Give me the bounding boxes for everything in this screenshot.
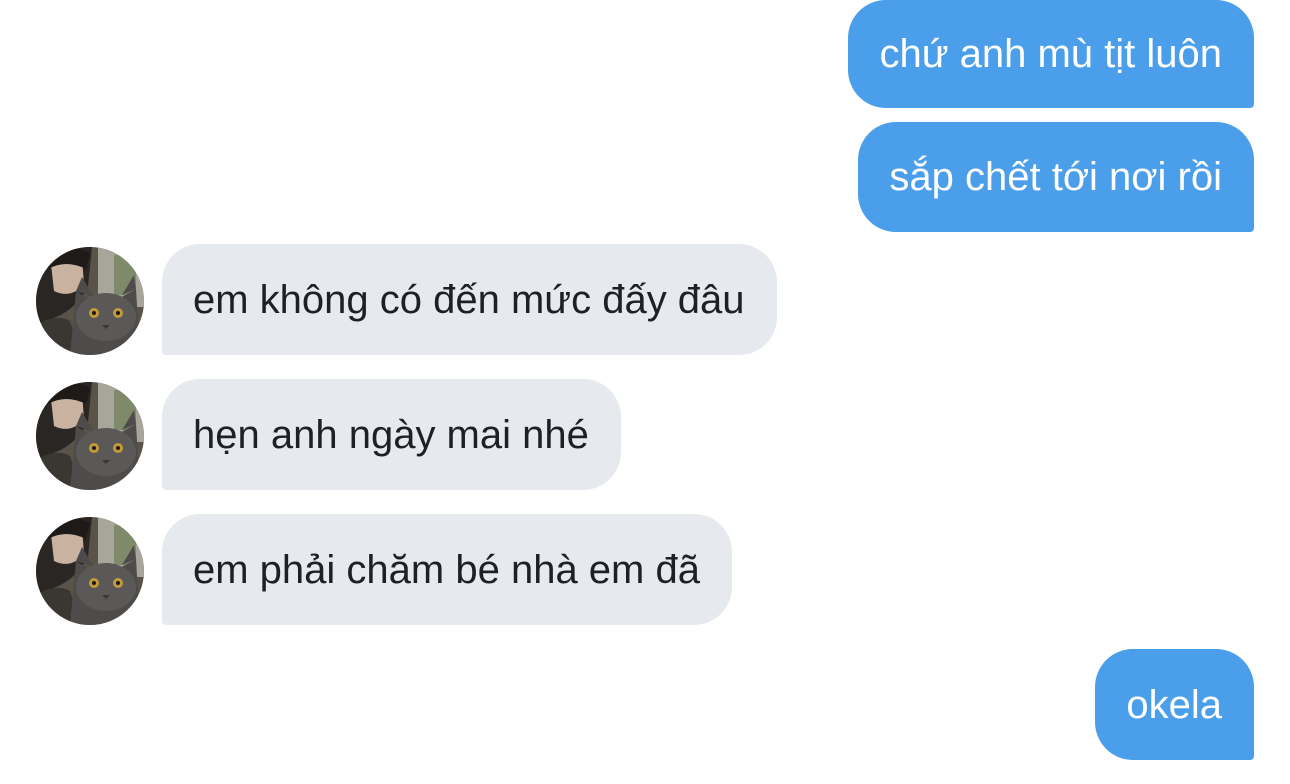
outgoing-message[interactable]: chứ anh mù tịt luôn	[848, 0, 1254, 108]
chat-thread: chứ anh mù tịt luôn sắp chết tới nơi rồi…	[0, 0, 1290, 784]
outgoing-message[interactable]: okela	[1095, 649, 1254, 760]
avatar-person-with-cat-icon	[36, 517, 144, 625]
incoming-message[interactable]: em không có đến mức đấy đâu	[162, 244, 777, 355]
message-text: em phải chăm bé nhà em đã	[193, 547, 700, 592]
incoming-message[interactable]: em phải chăm bé nhà em đã	[162, 514, 732, 625]
avatar-person-with-cat-icon	[36, 247, 144, 355]
message-text: sắp chết tới nơi rồi	[889, 155, 1222, 199]
contact-avatar[interactable]	[36, 382, 144, 490]
message-text: okela	[1126, 682, 1222, 727]
contact-avatar[interactable]	[36, 517, 144, 625]
contact-avatar[interactable]	[36, 247, 144, 355]
message-text: hẹn anh ngày mai nhé	[193, 412, 589, 457]
message-text: chứ anh mù tịt luôn	[879, 32, 1222, 76]
message-text: em không có đến mức đấy đâu	[193, 277, 745, 322]
outgoing-message[interactable]: sắp chết tới nơi rồi	[858, 122, 1254, 232]
avatar-person-with-cat-icon	[36, 382, 144, 490]
incoming-message[interactable]: hẹn anh ngày mai nhé	[162, 379, 621, 490]
